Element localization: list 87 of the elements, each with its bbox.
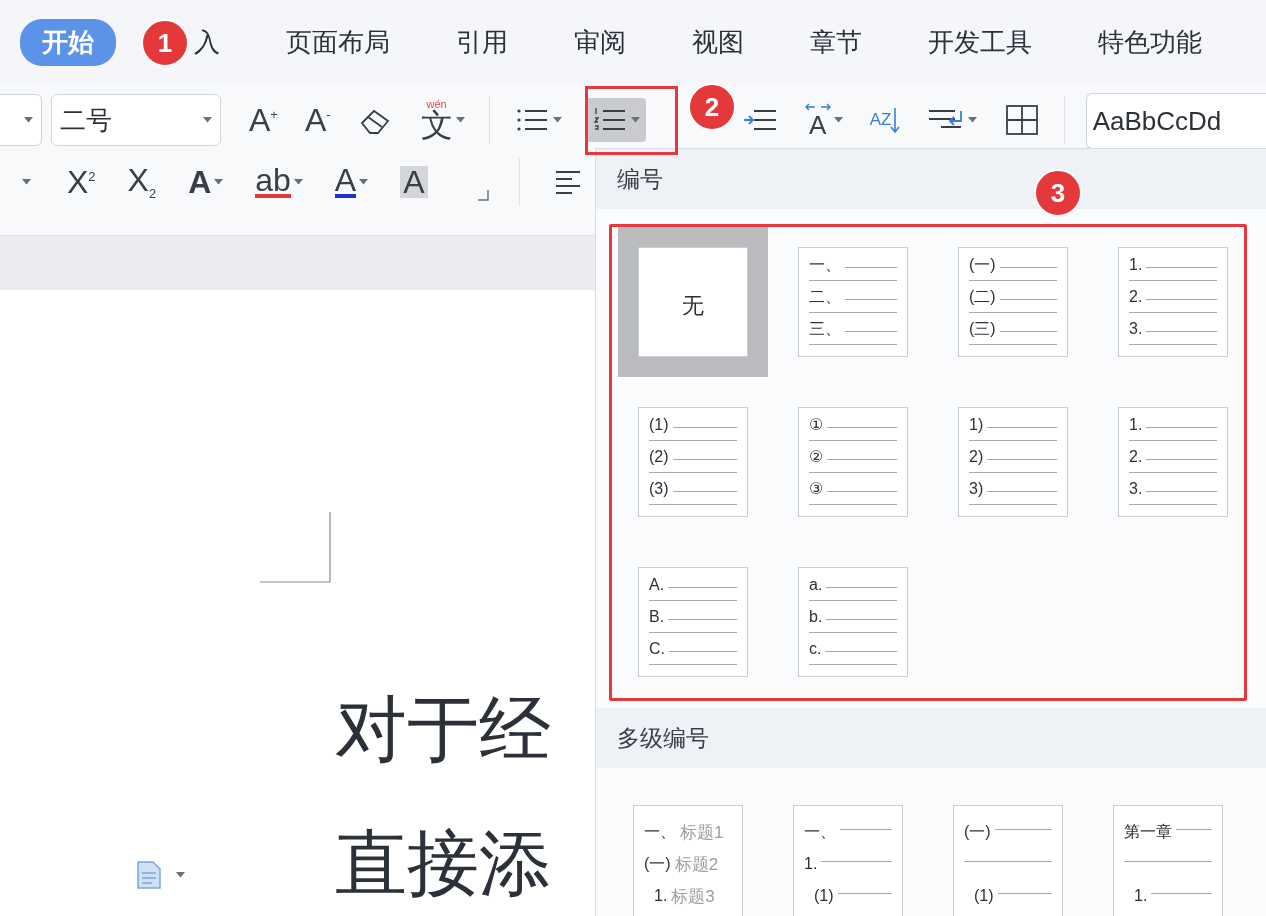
list-marker: 2. [1129, 288, 1143, 306]
phonetic-guide-button[interactable]: 文 wén [420, 99, 453, 141]
list-marker: C. [649, 640, 665, 658]
list-marker: 3) [969, 480, 984, 498]
font-button[interactable]: A$^{-}$ [304, 104, 331, 136]
list-marker: (三) [969, 320, 996, 338]
character-spacing-button[interactable]: A [808, 111, 827, 138]
numbering-style-option[interactable]: 1) 2) 3) [958, 407, 1068, 517]
ribbon-tab[interactable]: 入 [194, 19, 220, 66]
list-marker: 2. [1129, 448, 1143, 466]
list-marker: 1) [969, 416, 984, 434]
list-marker: 一、 [809, 256, 841, 274]
list-marker: 3. [1129, 320, 1143, 338]
multilevel-option[interactable]: 一、 标题1 (一) 标题2 1. 标题3 [633, 805, 743, 916]
list-marker: 1. [804, 855, 818, 873]
list-marker: (一) [644, 855, 671, 873]
list-marker: 1. [654, 887, 668, 905]
font-color-button[interactable]: A [334, 165, 357, 199]
font-name-field[interactable] [0, 94, 42, 146]
list-marker: (2) [649, 448, 669, 466]
arrows-icon [804, 102, 831, 111]
list-marker: 二、 [809, 288, 841, 306]
multilevel-option[interactable]: 第一章 1. [1113, 805, 1223, 916]
numbering-button[interactable] [585, 98, 646, 142]
list-marker: a. [809, 576, 823, 594]
list-marker: b. [809, 608, 823, 626]
list-marker: 3. [1129, 480, 1143, 498]
list-marker: (3) [649, 480, 669, 498]
list-marker: (一) [969, 256, 996, 274]
style-preview[interactable]: AaBbCcDd [1085, 93, 1266, 149]
heading-label: 标题1 [680, 821, 724, 844]
document-icon [136, 860, 162, 890]
table-border-icon[interactable] [1003, 103, 1040, 137]
multilevel-option[interactable]: 一、 1. (1) [793, 805, 903, 916]
multilevel-option[interactable]: (一) (1) [953, 805, 1063, 916]
list-marker: 1. [1129, 256, 1143, 274]
numbering-style-option[interactable]: (1) (2) (3) [638, 407, 748, 517]
option-label: 无 [682, 292, 704, 320]
list-marker: B. [649, 608, 665, 626]
list-marker: 三、 [809, 320, 841, 338]
list-marker: (1) [814, 887, 834, 905]
list-marker: 一、 [804, 823, 836, 841]
list-marker: 1. [1134, 887, 1148, 905]
character-shading-button[interactable]: A [400, 166, 428, 198]
list-marker: 一、 [644, 823, 676, 841]
list-marker: ① [809, 416, 824, 434]
numbering-style-option[interactable]: a. b. c. [798, 567, 908, 677]
ribbon-tab[interactable]: 开发工具 [928, 19, 1032, 66]
down-arrow-icon [889, 106, 900, 134]
font-color-button[interactable]: ab [255, 165, 291, 199]
list-marker: (1) [974, 887, 994, 905]
ribbon-tab[interactable]: 页面布局 [286, 19, 390, 66]
numbering-style-option[interactable]: 1. 2. 3. [1118, 407, 1228, 517]
heading-label: 标题3 [671, 885, 715, 908]
ribbon-tab[interactable]: 引用 [456, 19, 508, 66]
ribbon-tab[interactable]: 视图 [692, 19, 744, 66]
numbering-style-option[interactable]: 1. 2. 3. [1118, 247, 1228, 357]
dialog-launcher-icon[interactable] [476, 189, 489, 201]
font-button[interactable]: X$_{2}$ [127, 163, 157, 201]
numbering-style-option[interactable]: 一、 二、 三、 [798, 247, 908, 357]
font-size-field[interactable]: 二号 [51, 94, 221, 146]
list-marker: c. [809, 640, 822, 658]
list-marker: (1) [649, 416, 669, 434]
numbering-style-option[interactable]: 无 [638, 247, 748, 357]
heading-label: 标题2 [674, 853, 719, 876]
ribbon-tab[interactable]: 特色功能 [1098, 19, 1202, 66]
document-text: 直接添 [335, 828, 551, 900]
ribbon-tab[interactable]: 章节 [810, 19, 862, 66]
list-marker: ③ [809, 480, 824, 498]
font-button[interactable]: X$^{2}$ [67, 166, 96, 198]
list-marker: (一) [964, 823, 991, 841]
numbering-style-option[interactable]: A. B. C. [638, 567, 748, 677]
caret-icon [176, 872, 185, 878]
list-marker: ② [809, 448, 824, 466]
numbering-style-option[interactable]: (一) (二) (三) [958, 247, 1068, 357]
text-effect-button[interactable]: A [188, 166, 212, 198]
list-marker: 第一章 [1124, 823, 1172, 841]
font-button[interactable]: A$^{+}$ [249, 104, 278, 136]
document-text: 对于经 [335, 694, 551, 766]
section-header: 多级编号 [596, 708, 1266, 768]
list-marker: (二) [969, 288, 996, 306]
numbering-style-option[interactable]: ① ② ③ [798, 407, 908, 517]
margin-corner-mark [260, 512, 332, 584]
list-marker: 2) [969, 448, 984, 466]
ribbon-tab[interactable]: 审阅 [574, 19, 626, 66]
list-marker: A. [649, 576, 665, 594]
list-marker: 1. [1129, 416, 1143, 434]
